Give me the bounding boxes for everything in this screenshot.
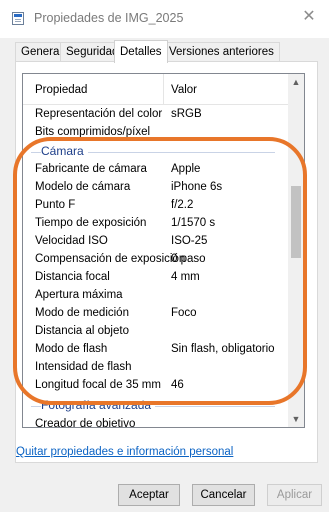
properties-list[interactable]: Propiedad Valor Representación del color… xyxy=(22,73,305,428)
group-header-camara: Cámara xyxy=(23,142,289,160)
property-name: Distancia focal xyxy=(35,271,110,283)
vertical-scrollbar[interactable]: ▲ ▼ xyxy=(288,74,304,427)
list-item[interactable]: Modo de medición Foco xyxy=(23,304,289,322)
list-item[interactable]: Compensación de exposición 0 paso xyxy=(23,250,289,268)
group-title: Fotografía avanzada xyxy=(41,398,156,412)
group-header-fotografia-avanzada: Fotografía avanzada xyxy=(23,396,289,414)
list-item[interactable]: Modelo de cámara iPhone 6s xyxy=(23,178,289,196)
property-name: Apertura máxima xyxy=(35,289,123,301)
property-value: f/2.2 xyxy=(171,199,194,211)
property-name: Modo de flash xyxy=(35,343,108,355)
cancel-button[interactable]: Cancelar xyxy=(192,484,255,506)
list-item[interactable]: Bits comprimidos/píxel xyxy=(23,123,289,141)
property-name: Bits comprimidos/píxel xyxy=(35,126,151,138)
list-item[interactable]: Apertura máxima xyxy=(23,286,289,304)
list-item[interactable]: Fabricante de cámara Apple xyxy=(23,160,289,178)
property-value: iPhone 6s xyxy=(171,181,223,193)
list-item[interactable]: Tiempo de exposición 1/1570 s xyxy=(23,214,289,232)
property-value: 1/1570 s xyxy=(171,217,216,229)
property-name: Modelo de cámara xyxy=(35,181,131,193)
property-name: Compensación de exposición xyxy=(35,253,186,265)
property-value: sRGB xyxy=(171,108,202,120)
list-item[interactable]: Creador de objetivo xyxy=(23,415,289,428)
property-name: Punto F xyxy=(35,199,76,211)
property-value: 4 mm xyxy=(171,271,200,283)
column-header-property[interactable]: Propiedad xyxy=(35,84,87,96)
list-item[interactable]: Distancia focal 4 mm xyxy=(23,268,289,286)
title-bar: Propiedades de IMG_2025 ✕ xyxy=(0,0,329,38)
property-value: Apple xyxy=(171,163,201,175)
property-name: Intensidad de flash xyxy=(35,361,132,373)
property-name: Distancia al objeto xyxy=(35,325,129,337)
property-value: 0 paso xyxy=(171,253,206,265)
list-item[interactable]: Punto F f/2.2 xyxy=(23,196,289,214)
tab-versiones-anteriores[interactable]: Versiones anteriores xyxy=(163,42,280,62)
tab-detalles[interactable]: Detalles xyxy=(114,40,168,63)
accept-button[interactable]: Aceptar xyxy=(118,484,180,506)
property-name: Fabricante de cámara xyxy=(35,163,147,175)
document-icon xyxy=(12,12,24,25)
property-name: Velocidad ISO xyxy=(35,235,108,247)
property-name: Representación del color xyxy=(35,108,163,120)
apply-button[interactable]: Aplicar xyxy=(267,484,322,506)
property-name: Creador de objetivo xyxy=(35,418,136,428)
property-value: Sin flash, obligatorio xyxy=(171,343,275,355)
list-item[interactable]: Representación del color sRGB xyxy=(23,105,289,123)
scroll-down-arrow-icon[interactable]: ▼ xyxy=(288,411,304,427)
property-name: Longitud focal de 35 mm xyxy=(35,379,161,391)
remove-properties-link[interactable]: Quitar propiedades e información persona… xyxy=(16,446,233,458)
scrollbar-thumb[interactable] xyxy=(291,186,301,258)
column-header-value[interactable]: Valor xyxy=(171,84,197,96)
list-item[interactable]: Intensidad de flash xyxy=(23,358,289,376)
list-item[interactable]: Modo de flash Sin flash, obligatorio xyxy=(23,340,289,358)
property-value: Foco xyxy=(171,307,197,319)
property-name: Tiempo de exposición xyxy=(35,217,147,229)
property-value: ISO-25 xyxy=(171,235,208,247)
close-icon[interactable]: ✕ xyxy=(299,7,319,27)
property-name: Modo de medición xyxy=(35,307,129,319)
scroll-up-arrow-icon[interactable]: ▲ xyxy=(288,74,304,90)
list-item[interactable]: Longitud focal de 35 mm 46 xyxy=(23,376,289,394)
column-separator[interactable] xyxy=(163,74,164,104)
list-header: Propiedad Valor xyxy=(23,74,289,105)
window-title: Propiedades de IMG_2025 xyxy=(34,11,184,25)
property-value: 46 xyxy=(171,379,184,391)
list-item[interactable]: Distancia al objeto xyxy=(23,322,289,340)
list-item[interactable]: Velocidad ISO ISO-25 xyxy=(23,232,289,250)
group-title: Cámara xyxy=(41,144,88,158)
